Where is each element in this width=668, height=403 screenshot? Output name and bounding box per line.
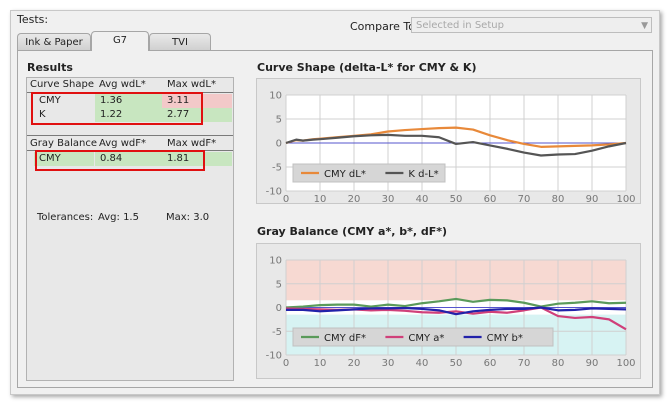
legend-label: CMY dF* (324, 333, 366, 344)
x-tick-label: 50 (450, 358, 463, 369)
tests-label: Tests: (17, 13, 49, 26)
x-tick-label: 40 (416, 194, 429, 203)
legend-label: CMY a* (408, 333, 444, 344)
x-tick-label: 80 (552, 358, 565, 369)
x-tick-label: 40 (416, 358, 429, 369)
tab-tvi[interactable]: TVI (149, 33, 211, 51)
y-tick-label: 0 (276, 303, 282, 314)
y-tick-label: 10 (269, 91, 282, 102)
x-tick-label: 10 (314, 194, 327, 203)
curve-shape-chart-box: 0 10 20 30 40 50 60 70 80 90 100 10 5 0 -5 -10 CMY dL* K … (256, 78, 641, 206)
y-tick-label: 5 (276, 279, 282, 290)
gray-balance-chart-box: 0 10 20 30 40 50 60 70 80 90 100 10 5 0 -5 -10 CMY dF* CM… (256, 243, 641, 379)
results-title: Results (27, 61, 73, 74)
x-tick-label: 30 (382, 358, 395, 369)
curve-shape-highlight (31, 92, 203, 125)
x-tick-label: 20 (348, 358, 361, 369)
y-tick-label: -5 (272, 163, 282, 174)
x-tick-label: 60 (484, 194, 497, 203)
avg-wdl-header: Avg wdL* (99, 79, 146, 90)
x-tick-label: 60 (484, 358, 497, 369)
y-tick-label: -5 (272, 327, 282, 338)
legend-label: K d-L* (408, 169, 438, 180)
x-tick-label: 30 (382, 194, 395, 203)
x-tick-label: 20 (348, 194, 361, 203)
y-tick-label: 5 (276, 115, 282, 126)
y-tick-label: -10 (266, 187, 282, 198)
tolerance-avg: Avg: 1.5 (98, 212, 139, 223)
x-tick-label: 70 (518, 194, 531, 203)
tab-ink-paper[interactable]: Ink & Paper (17, 33, 91, 51)
max-wdl-header: Max wdL* (167, 79, 216, 90)
x-tick-label: 100 (616, 358, 635, 369)
x-tick-label: 70 (518, 358, 531, 369)
tab-g7[interactable]: G7 (91, 31, 149, 51)
x-tick-label: 90 (586, 358, 599, 369)
x-tick-label: 80 (552, 194, 565, 203)
compare-to-select[interactable]: Selected in Setup ▼ (411, 17, 652, 33)
curve-shape-chart: 0 10 20 30 40 50 60 70 80 90 1001050-5-10CMY dL* K … (266, 91, 636, 206)
chart-title-curve-shape: Curve Shape (delta-L* for CMY & K) (257, 61, 477, 74)
x-tick-label: 0 (283, 358, 289, 369)
legend-label: CMY b* (487, 333, 523, 344)
x-tick-label: 90 (586, 194, 599, 203)
gray-balance-header: Gray Balance (30, 138, 97, 149)
chart-title-gray-balance: Gray Balance (CMY a*, b*, dF*) (257, 225, 448, 238)
x-tick-label: 0 (283, 194, 289, 203)
compare-to-label: Compare To: (350, 20, 419, 33)
chevron-down-icon[interactable]: ▼ (641, 18, 648, 34)
tolerances-label: Tolerances: (37, 212, 94, 223)
tolerance-max: Max: 3.0 (166, 212, 210, 223)
compare-to-value: Selected in Setup (416, 20, 504, 31)
x-tick-label: 50 (450, 194, 463, 203)
avg-wdf-header: Avg wdF* (99, 138, 146, 149)
legend-label: CMY dL* (324, 169, 366, 180)
y-tick-label: -10 (266, 351, 282, 362)
y-tick-label: 10 (269, 256, 282, 267)
y-tick-label: 0 (276, 139, 282, 150)
x-tick-label: 100 (616, 194, 635, 203)
x-tick-label: 10 (314, 358, 327, 369)
curve-shape-header: Curve Shape (30, 79, 94, 90)
gray-balance-highlight (35, 150, 205, 171)
max-wdf-header: Max wdF* (167, 138, 217, 149)
section-divider (27, 135, 233, 136)
gray-balance-chart: 0 10 20 30 40 50 60 70 80 90 1001050-5-10CMY dF* CM… (266, 256, 636, 370)
